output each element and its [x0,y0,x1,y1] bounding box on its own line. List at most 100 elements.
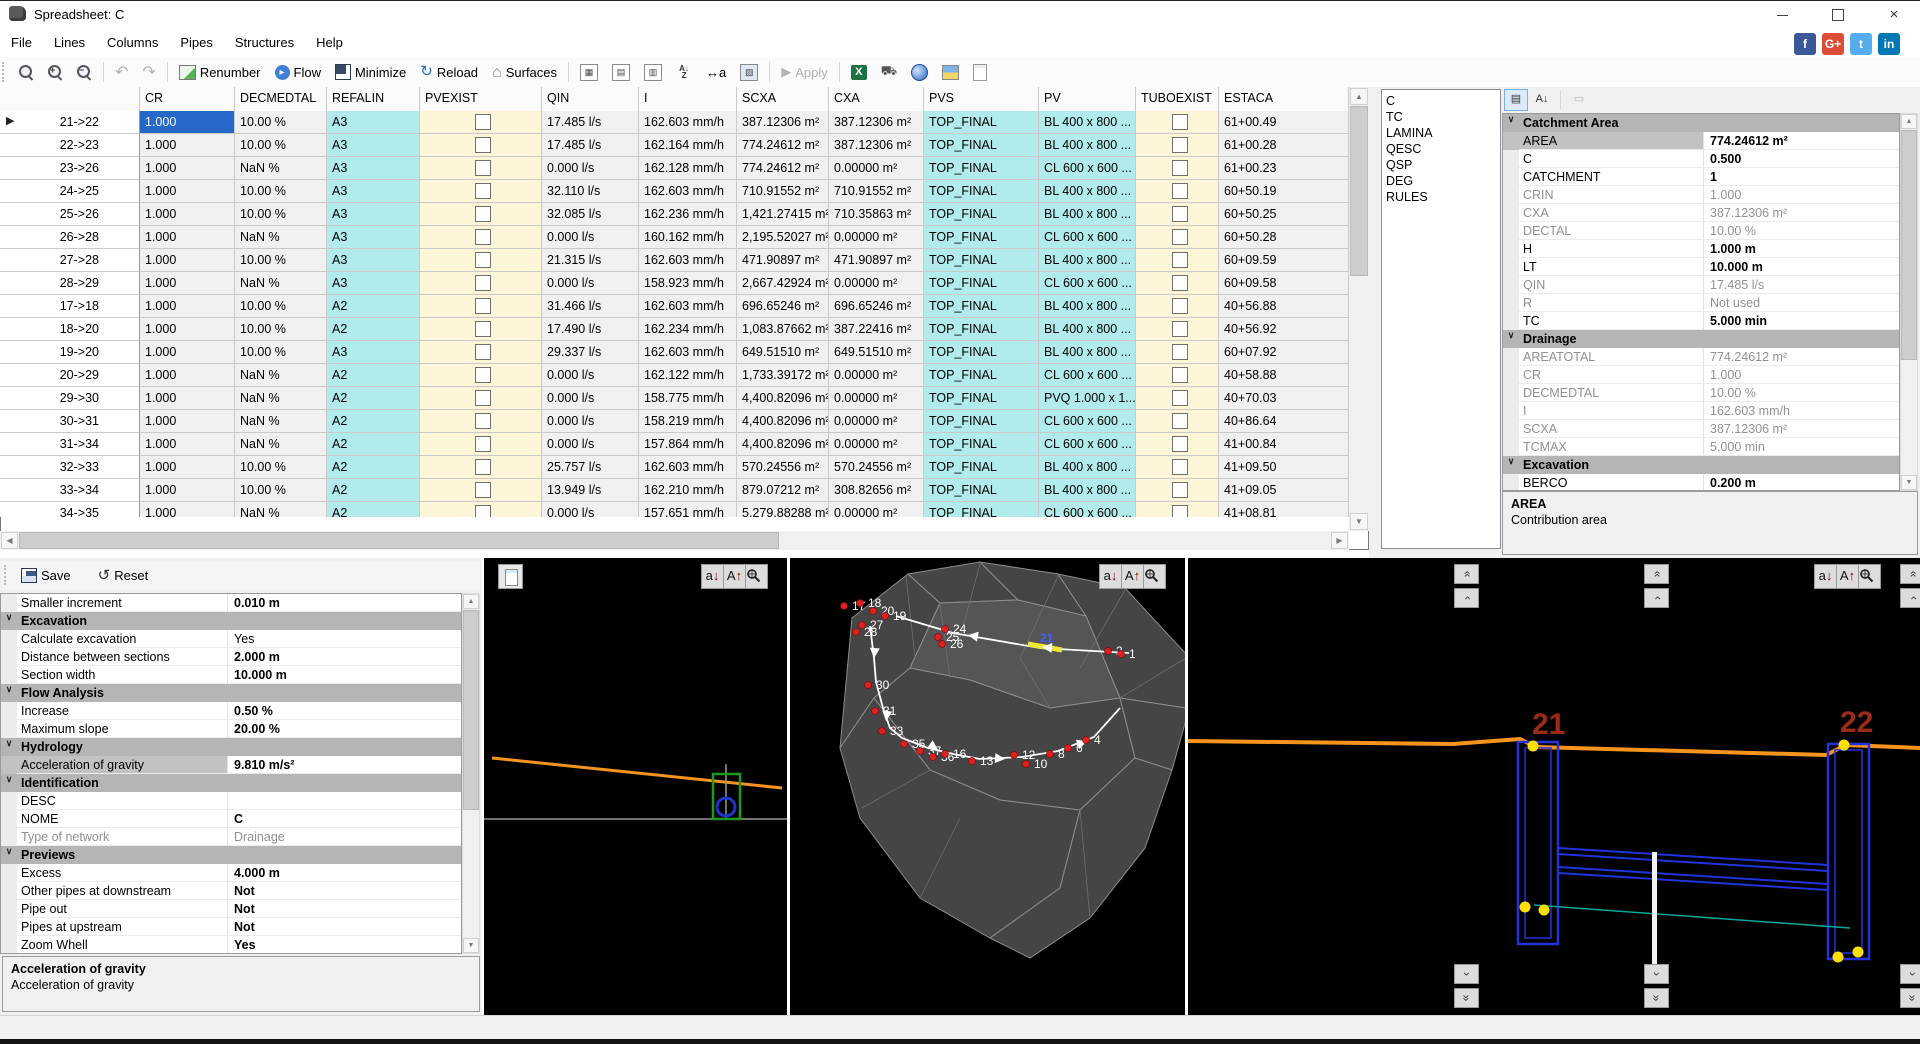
cell[interactable]: BL 400 x 800 ... [1039,180,1136,203]
copy-cells-button[interactable]: ▦ [574,60,604,85]
row-header[interactable]: 27->28 [0,249,140,272]
cell[interactable]: 879.07212 m² [737,479,829,502]
property-row-decmedtal[interactable]: DECMEDTAL10.00 % [1503,384,1899,402]
cell[interactable]: TOP_FINAL [924,203,1039,226]
cell[interactable]: 158.923 mm/h [639,272,737,295]
property-row-area[interactable]: AREA774.24612 m² [1503,132,1899,150]
scroll-down-icon[interactable]: ▼ [463,938,479,953]
cell[interactable]: CL 600 x 600 ... [1039,226,1136,249]
cell[interactable] [1136,272,1219,295]
property-row-zoom-whell[interactable]: Zoom WhellYes [1,936,461,954]
cell[interactable]: CL 600 x 600 ... [1039,364,1136,387]
cell[interactable]: 61+00.28 [1219,134,1349,157]
cell[interactable]: 387.12306 m² [737,111,829,134]
property-row-catchment[interactable]: CATCHMENT1 [1503,168,1899,186]
table-vertical-scrollbar[interactable]: ▲ ▼ [1349,87,1369,531]
cell[interactable] [420,433,542,456]
zoom-in-button[interactable]: + [42,61,69,84]
property-row-type-of-network[interactable]: Type of networkDrainage [1,828,461,846]
collapse-icon[interactable]: ∨ [1,774,17,792]
checkbox[interactable] [1172,275,1188,291]
cell[interactable]: 0.000 l/s [542,433,639,456]
property-value[interactable]: 17.485 l/s [1704,276,1899,294]
row-header[interactable]: 26->28 [0,226,140,249]
scroll-up-icon[interactable]: ▲ [1901,114,1917,129]
cell[interactable]: 471.90897 m² [737,249,829,272]
cell[interactable]: A3 [327,341,420,364]
cell[interactable] [420,157,542,180]
scroll-thumb[interactable] [463,610,479,810]
export-web-button[interactable] [905,60,934,85]
cell[interactable]: TOP_FINAL [924,410,1039,433]
cell[interactable] [1136,134,1219,157]
cell[interactable] [420,318,542,341]
cell[interactable]: 471.90897 m² [829,249,924,272]
cell[interactable]: 1,421.27415 m² [737,203,829,226]
cell[interactable]: TOP_FINAL [924,272,1039,295]
cell[interactable]: 40+56.88 [1219,295,1349,318]
checkbox[interactable] [475,459,491,475]
column-header-PVS[interactable]: PVS [924,87,1039,111]
cell[interactable] [1136,410,1219,433]
cell[interactable] [420,295,542,318]
category-row[interactable]: ∨Catchment Area [1503,114,1899,132]
property-value[interactable]: Not [228,918,461,936]
cell[interactable] [1136,180,1219,203]
cell[interactable]: 387.12306 m² [829,134,924,157]
cell[interactable]: CL 600 x 600 ... [1039,157,1136,180]
checkbox[interactable] [475,160,491,176]
column-header-row[interactable] [0,87,140,111]
property-row-cr[interactable]: CR1.000 [1503,366,1899,384]
checkbox[interactable] [1172,367,1188,383]
property-value[interactable]: 1 [1704,168,1899,186]
checkbox[interactable] [475,390,491,406]
cell[interactable]: 0.000 l/s [542,226,639,249]
cell[interactable]: 774.24612 m² [737,157,829,180]
cell[interactable]: 21.315 l/s [542,249,639,272]
cell[interactable]: TOP_FINAL [924,226,1039,249]
cell[interactable]: 0.00000 m² [829,502,924,517]
cell[interactable]: 60+09.59 [1219,249,1349,272]
cell[interactable]: 10.00 % [235,341,327,364]
cell[interactable]: TOP_FINAL [924,111,1039,134]
cell[interactable]: 162.128 mm/h [639,157,737,180]
cell[interactable]: 157.651 mm/h [639,502,737,517]
cell[interactable]: 696.65246 m² [829,295,924,318]
cell[interactable]: 61+00.23 [1219,157,1349,180]
column-header-TUBOEXIST[interactable]: TUBOEXIST [1136,87,1219,111]
property-value[interactable]: 0.200 m [1704,474,1899,491]
checkbox[interactable] [1172,206,1188,222]
cell[interactable]: 1,733.39172 m² [737,364,829,387]
scroll-right-icon[interactable]: ▶ [1331,532,1348,549]
cell[interactable]: 1.000 [140,180,235,203]
cell[interactable]: 1.000 [140,134,235,157]
cell[interactable]: 649.51510 m² [829,341,924,364]
cell[interactable]: 1.000 [140,272,235,295]
cell[interactable]: NaN % [235,410,327,433]
property-value[interactable]: Not [228,900,461,918]
cell[interactable]: 162.122 mm/h [639,364,737,387]
cell[interactable]: CL 600 x 600 ... [1039,502,1136,517]
cell[interactable]: 710.91552 m² [737,180,829,203]
minimize-button[interactable]: Minimize [329,60,412,84]
text-smaller-button[interactable]: a↓ [1814,564,1837,589]
cell[interactable]: CL 600 x 600 ... [1039,272,1136,295]
step-down-button[interactable]: › [1454,964,1479,984]
cell[interactable]: A2 [327,410,420,433]
cell[interactable]: 308.82656 m² [829,479,924,502]
export-excel-button[interactable]: X [845,61,873,84]
cell[interactable] [420,272,542,295]
cell[interactable]: 1.000 [140,410,235,433]
scroll-down-icon[interactable]: ▼ [1901,475,1917,490]
property-value[interactable]: 10.00 % [1704,222,1899,240]
cell[interactable]: 60+50.28 [1219,226,1349,249]
scroll-up-icon[interactable]: ▲ [463,594,479,609]
cell[interactable]: NaN % [235,433,327,456]
cell[interactable]: 17.490 l/s [542,318,639,341]
cell[interactable]: BL 400 x 800 ... [1039,111,1136,134]
cell[interactable]: A3 [327,180,420,203]
checkbox[interactable] [475,183,491,199]
cell[interactable]: TOP_FINAL [924,364,1039,387]
page-down-button[interactable]: » [1900,988,1920,1008]
row-header[interactable]: 32->33 [0,456,140,479]
